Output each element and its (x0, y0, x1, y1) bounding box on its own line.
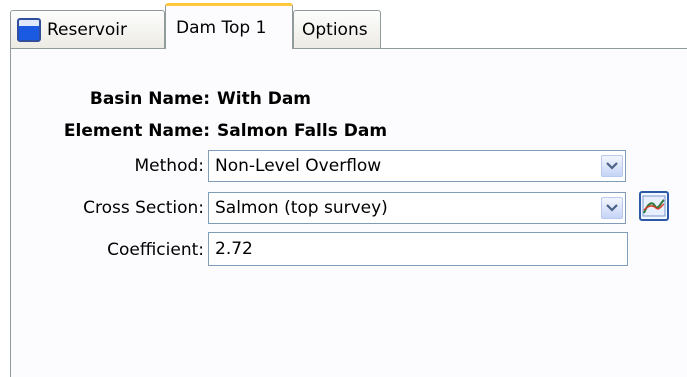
method-label: Method: (134, 156, 205, 176)
tab-reservoir-label: Reservoir (47, 19, 127, 40)
coefficient-value: 2.72 (215, 239, 253, 259)
coefficient-input[interactable]: 2.72 (208, 232, 628, 266)
method-value: Non-Level Overflow (215, 156, 382, 176)
tab-reservoir[interactable]: Reservoir (10, 10, 165, 48)
chevron-down-icon[interactable] (601, 197, 623, 219)
element-name-label: Element Name: (63, 121, 210, 141)
tab-options-label: Options (302, 19, 368, 40)
element-name-row: Element Name: Salmon Falls Dam (11, 121, 687, 145)
cross-section-chart-icon[interactable] (639, 191, 669, 221)
chevron-down-icon[interactable] (601, 155, 623, 177)
basin-name-row: Basin Name: With Dam (11, 89, 687, 113)
method-select[interactable]: Non-Level Overflow (208, 150, 626, 182)
cross-section-select[interactable]: Salmon (top survey) (208, 192, 626, 224)
basin-name-value: With Dam (217, 89, 312, 109)
basin-name-label: Basin Name: (89, 89, 210, 109)
tab-dam-top-1-label: Dam Top 1 (176, 18, 267, 38)
coefficient-label: Coefficient: (107, 240, 204, 260)
element-name-value: Salmon Falls Dam (217, 121, 388, 141)
tab-options[interactable]: Options (293, 10, 381, 48)
tab-panel: Basin Name: With Dam Element Name: Salmo… (10, 48, 687, 377)
cross-section-value: Salmon (top survey) (215, 198, 388, 218)
cross-section-label: Cross Section: (83, 198, 204, 218)
reservoir-icon (17, 17, 41, 42)
tab-dam-top-1[interactable]: Dam Top 1 (165, 3, 293, 49)
tab-strip: Reservoir Dam Top 1 Options (0, 0, 687, 49)
